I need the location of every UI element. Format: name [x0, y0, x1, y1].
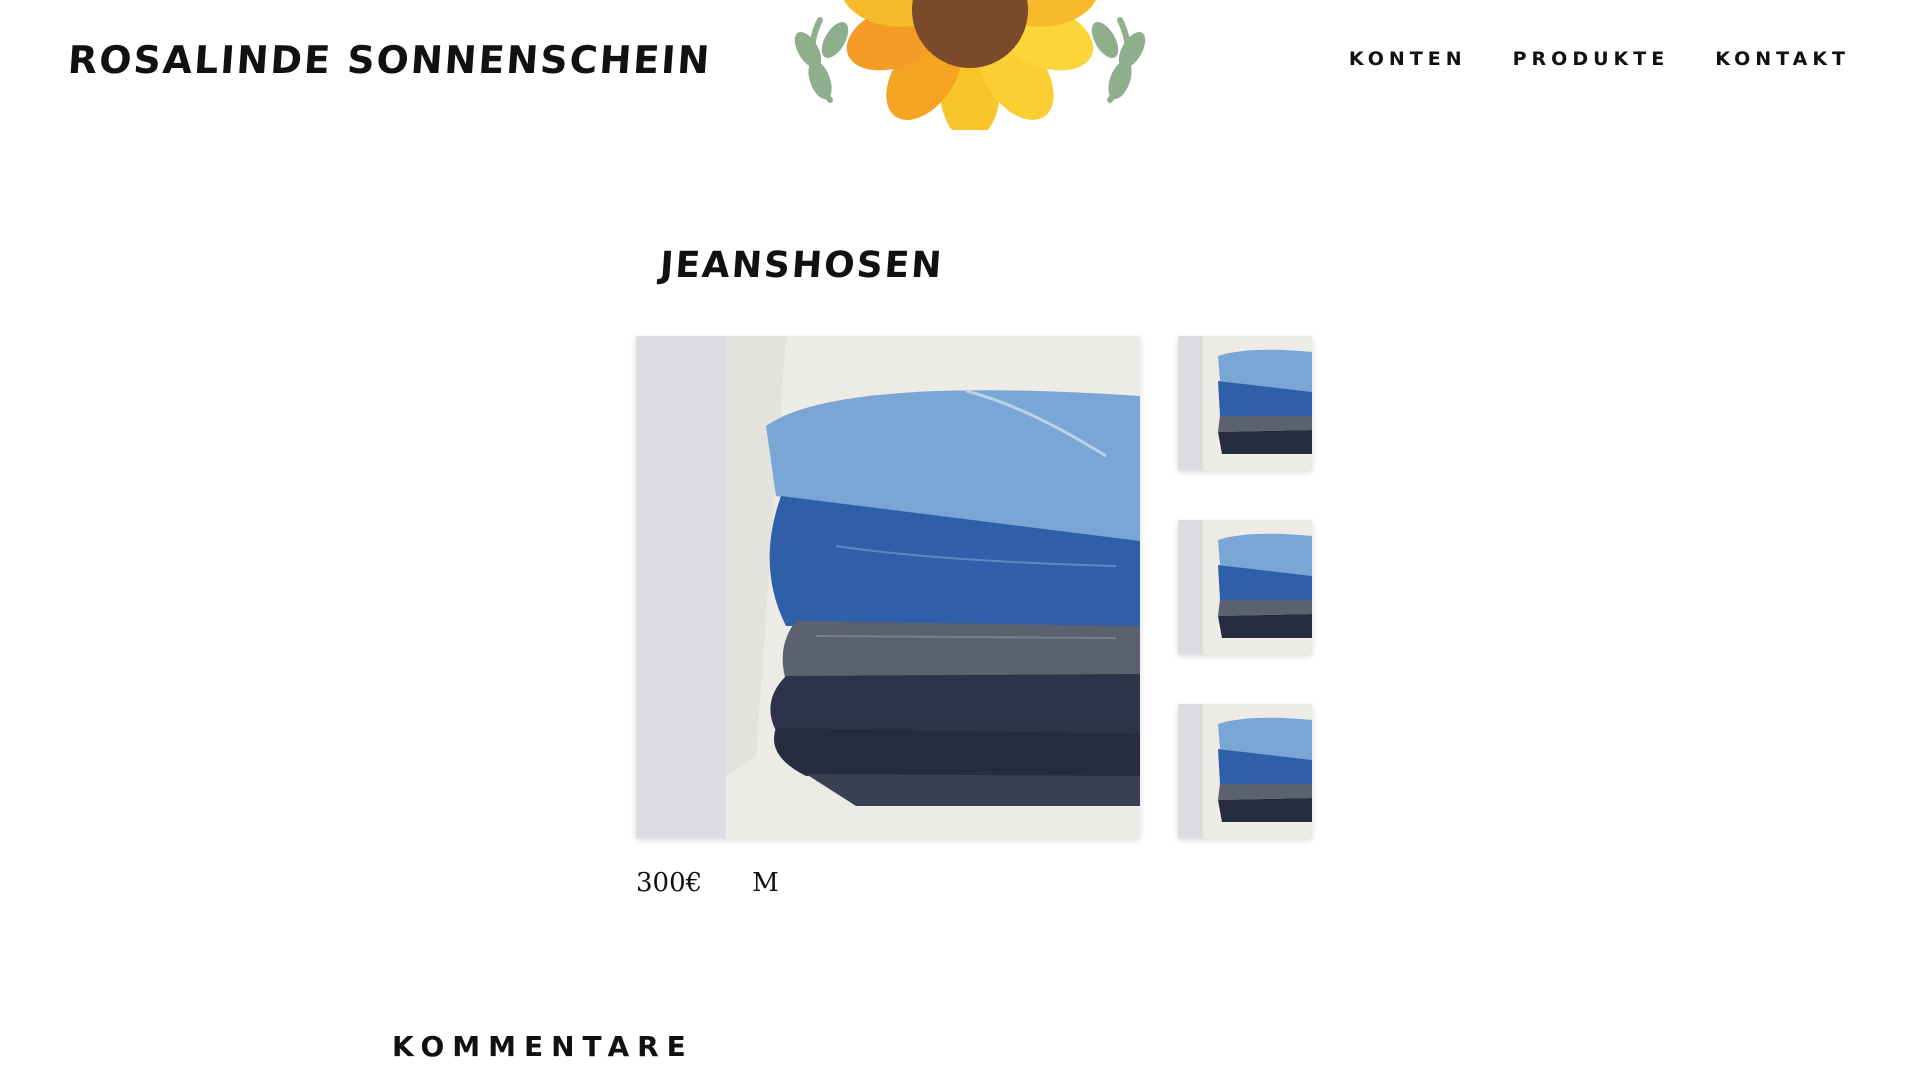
main-nav: KONTEN PRODUKTE KONTAKT	[1349, 48, 1850, 70]
product-size: M	[752, 868, 779, 898]
nav-item-produkte[interactable]: PRODUKTE	[1513, 48, 1670, 70]
brand-logo-text[interactable]: ROSALINDE SONNENSCHEIN	[66, 38, 712, 82]
product-thumbnail-3[interactable]	[1178, 704, 1312, 838]
page: ROSALINDE SONNENSCHEIN KONTEN PRODUKTE K…	[0, 0, 1920, 1080]
product-price: 300€	[636, 868, 703, 898]
product-main-image[interactable]	[636, 336, 1140, 838]
product-title: JEANSHOSEN	[658, 245, 945, 286]
product-thumbnails	[1178, 336, 1314, 888]
product-thumbnail-2[interactable]	[1178, 520, 1312, 654]
product-meta: 300€ M	[636, 868, 779, 898]
sunflower-icon	[760, 0, 1180, 130]
nav-item-kontakt[interactable]: KONTAKT	[1715, 48, 1850, 70]
comments-heading: KOMMENTARE	[392, 1030, 694, 1063]
nav-item-konten[interactable]: KONTEN	[1349, 48, 1467, 70]
product-thumbnail-1[interactable]	[1178, 336, 1312, 470]
